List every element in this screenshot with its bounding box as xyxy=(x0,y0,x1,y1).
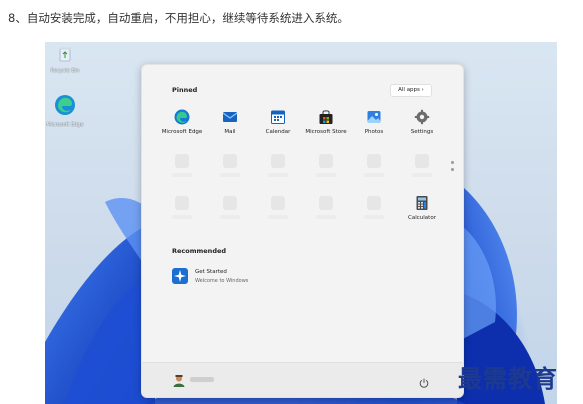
pinned-placeholder-label xyxy=(268,173,288,177)
desktop-screen: Recycle Bin Microsoft Edge Pinned All ap… xyxy=(45,42,557,404)
avatar xyxy=(173,375,185,387)
calendar-icon xyxy=(271,110,285,124)
all-apps-label: All apps xyxy=(398,87,420,93)
pinned-placeholder xyxy=(367,196,381,210)
page-dot xyxy=(451,161,454,164)
desktop-icon-label: Microsoft Edge xyxy=(46,122,84,128)
app-label: Settings xyxy=(410,129,434,135)
user-account-button[interactable] xyxy=(172,373,214,392)
page-dots[interactable] xyxy=(451,161,454,175)
pinned-placeholder xyxy=(175,154,189,168)
photos-icon xyxy=(367,111,381,123)
start-footer xyxy=(142,362,463,397)
page-dot xyxy=(451,168,454,171)
pinned-placeholder-label xyxy=(220,215,240,219)
edge-icon xyxy=(55,95,75,115)
pinned-placeholder xyxy=(223,154,237,168)
get-started-icon xyxy=(172,268,188,284)
pinned-placeholder-label xyxy=(220,173,240,177)
pinned-placeholder-label xyxy=(172,215,192,219)
pinned-placeholder-label xyxy=(364,215,384,219)
caption: 8、自动安装完成，自动重启，不用担心，继续等待系统进入系统。 xyxy=(8,11,349,25)
app-label: Mail xyxy=(224,129,236,135)
pinned-placeholder-label xyxy=(364,173,384,177)
pinned-placeholder-label xyxy=(268,215,288,219)
pinned-placeholder-label xyxy=(316,173,336,177)
store-icon xyxy=(319,110,333,124)
pinned-placeholder-label xyxy=(172,173,192,177)
pinned-app-calculator[interactable]: Calculator xyxy=(395,195,449,221)
pinned-app-calendar[interactable]: Calendar xyxy=(251,109,305,135)
pinned-app-settings[interactable]: Settings xyxy=(395,109,449,135)
recommended-title: Recommended xyxy=(172,247,227,255)
pinned-app-mail[interactable]: Mail xyxy=(203,109,257,135)
desktop-icon-recycle-bin[interactable]: Recycle Bin xyxy=(45,46,85,74)
all-apps-button[interactable]: All apps › xyxy=(390,84,432,97)
pinned-placeholder xyxy=(271,154,285,168)
app-label: Calculator xyxy=(408,215,436,221)
recommended-title-text: Get Started xyxy=(195,269,227,275)
calculator-icon xyxy=(416,196,428,210)
pinned-placeholder-label xyxy=(412,173,432,177)
pinned-placeholder xyxy=(319,154,333,168)
recommended-subtitle-text: Welcome to Windows xyxy=(195,278,249,284)
gear-icon xyxy=(414,109,430,125)
pinned-placeholder xyxy=(175,196,189,210)
app-label: Calendar xyxy=(265,129,291,135)
desktop-icon-label: Recycle Bin xyxy=(50,68,80,74)
power-button[interactable] xyxy=(419,373,429,392)
pinned-placeholder xyxy=(415,154,429,168)
pinned-placeholder xyxy=(319,196,333,210)
desktop-icon-edge[interactable]: Microsoft Edge xyxy=(45,94,85,128)
mail-icon xyxy=(222,112,238,122)
edge-icon xyxy=(174,109,190,125)
pinned-app-photos[interactable]: Photos xyxy=(347,109,401,135)
user-name-redacted xyxy=(190,377,214,382)
app-label: Microsoft Edge xyxy=(161,129,203,135)
pinned-placeholder xyxy=(367,154,381,168)
app-label: Microsoft Store xyxy=(305,129,347,135)
watermark: 最需教育 xyxy=(458,364,558,393)
pinned-app-store[interactable]: Microsoft Store xyxy=(299,109,353,135)
recycle-bin-icon xyxy=(59,47,71,62)
pinned-placeholder-label xyxy=(316,215,336,219)
power-icon xyxy=(419,378,429,388)
pinned-title: Pinned xyxy=(172,86,198,94)
chevron-right-icon: › xyxy=(421,87,424,93)
pinned-app-edge[interactable]: Microsoft Edge xyxy=(155,109,209,135)
pinned-placeholder xyxy=(271,196,285,210)
pinned-placeholder xyxy=(223,196,237,210)
app-label: Photos xyxy=(364,129,384,135)
start-menu: Pinned All apps › Microsoft Edge Mail Ca… xyxy=(141,64,464,398)
